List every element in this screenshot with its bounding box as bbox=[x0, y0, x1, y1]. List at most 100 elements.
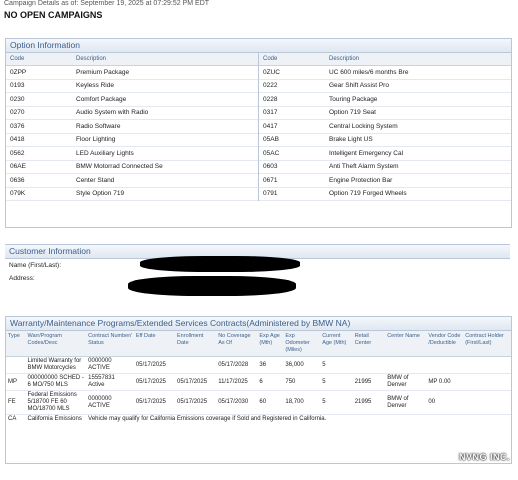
option-code: 0671 bbox=[259, 173, 325, 188]
warranty-cell-enroll: 05/17/2025 bbox=[175, 373, 217, 391]
option-description: Keyless Ride bbox=[72, 79, 258, 93]
warranty-cell-curage: 5 bbox=[320, 356, 353, 374]
option-row: 0562 LED Auxiliary Lights bbox=[6, 146, 258, 161]
option-code: 0270 bbox=[6, 106, 72, 120]
warranty-cell-center: BMW of Denver bbox=[385, 373, 427, 391]
warranty-cell-center: BMW of Denver bbox=[385, 390, 427, 415]
option-information-panel: Option Information Code Description 0ZPP… bbox=[5, 38, 512, 228]
warranty-column-header: Contract Number/ Status bbox=[86, 331, 134, 357]
california-emissions-label: California Emissions bbox=[27, 416, 82, 422]
warranty-cell-desc: Limited Warranty for BMW Motorcycles bbox=[25, 356, 87, 374]
option-table-left: Code Description 0ZPP Premium Package 0193… bbox=[6, 53, 258, 201]
option-row: 0222 Gear Shift Assist Pro bbox=[259, 79, 511, 93]
warranty-cell-vendor bbox=[426, 356, 464, 374]
warranty-column-header: Contract Holder (First/Last) bbox=[463, 331, 511, 357]
option-code: 0222 bbox=[259, 79, 325, 93]
campaign-details-line: Campaign Details as of: September 19, 20… bbox=[4, 0, 210, 7]
option-description: Central Locking System bbox=[325, 119, 511, 134]
warranty-cell-nocov: 11/17/2025 bbox=[216, 373, 258, 391]
warranty-cell-enroll bbox=[175, 356, 217, 374]
warranty-cell-retail: 21995 bbox=[352, 390, 386, 415]
warranty-row-california: CA California Emissions Vehicle may qualif… bbox=[6, 415, 511, 425]
option-information-title: Option Information bbox=[6, 39, 511, 53]
option-row: 0ZUC UC 600 miles/6 months Bre bbox=[259, 65, 511, 80]
option-description: Center Stand bbox=[72, 173, 258, 188]
warranty-cell-contract: 0000000 ACTIVE bbox=[86, 356, 134, 374]
option-code: 0636 bbox=[6, 173, 72, 188]
column-header-code: Code bbox=[6, 53, 72, 66]
warranty-cell-holder bbox=[463, 390, 511, 415]
option-row: 0230 Comfort Package bbox=[6, 92, 258, 107]
option-description: Gear Shift Assist Pro bbox=[325, 79, 511, 93]
warranty-cell-nocov: 05/17/2028 bbox=[216, 356, 258, 374]
redaction-name bbox=[140, 256, 300, 272]
warranty-cell-curage: 5 bbox=[320, 390, 353, 415]
option-code: 0193 bbox=[6, 79, 72, 93]
option-code: 06AE bbox=[6, 160, 72, 174]
warranty-cell-type: CA bbox=[8, 416, 17, 422]
warranty-row: Limited Warranty for BMW Motorcycles 0000… bbox=[6, 356, 511, 374]
warranty-cell-eff: 05/17/2025 bbox=[133, 390, 176, 415]
option-code: 0791 bbox=[259, 187, 325, 201]
option-row: 05AC Intelligent Emergency Cal bbox=[259, 146, 511, 161]
option-row: 0228 Touring Package bbox=[259, 92, 511, 107]
option-code: 0230 bbox=[6, 92, 72, 107]
option-description: Brake Light US bbox=[325, 133, 511, 147]
option-code: 0418 bbox=[6, 133, 72, 147]
option-code: 0228 bbox=[259, 92, 325, 107]
option-description: Option 719 Seat bbox=[325, 106, 511, 120]
option-code: 0317 bbox=[259, 106, 325, 120]
warranty-cell-center bbox=[385, 356, 427, 374]
warranty-column-header: Type bbox=[6, 331, 26, 357]
warranty-cell-eff: 05/17/2025 bbox=[133, 373, 176, 391]
option-code: 05AC bbox=[259, 146, 325, 161]
warranty-cell-nocov: 05/17/2030 bbox=[216, 390, 258, 415]
warranty-column-header: Exp Odometer (Miles) bbox=[283, 331, 321, 357]
option-description: Audio System with Radio bbox=[72, 106, 258, 120]
warranty-cell-expodo: 18,700 bbox=[283, 390, 321, 415]
warranty-cell-desc: 000000000 SCHED - 6 MO/750 MLS bbox=[25, 373, 87, 391]
warranty-cell-contract: 0000000 ACTIVE bbox=[86, 390, 134, 415]
warranty-cell-holder bbox=[463, 373, 511, 391]
warranty-cell-type: FE bbox=[6, 390, 26, 415]
option-code: 0603 bbox=[259, 160, 325, 174]
warranty-panel: Warranty/Maintenance Programs/Extended S… bbox=[5, 316, 512, 464]
warranty-cell-expage: 60 bbox=[257, 390, 284, 415]
option-table-right: Code Description 0ZUC UC 600 miles/6 mont… bbox=[259, 53, 511, 201]
option-row: 0791 Option 719 Forged Wheels bbox=[259, 187, 511, 201]
warranty-row: MP 000000000 SCHED - 6 MO/750 MLS 15557831… bbox=[6, 373, 511, 391]
warranty-column-header: Eff Date bbox=[133, 331, 176, 357]
warranty-column-header: Current Age (Mth) bbox=[320, 331, 353, 357]
warranty-cell-expage: 36 bbox=[257, 356, 284, 374]
warranty-cell-retail: 21995 bbox=[352, 373, 386, 391]
column-header-description: Description bbox=[72, 53, 258, 66]
option-row: 0603 Anti Theft Alarm System bbox=[259, 160, 511, 174]
option-description: UC 600 miles/6 months Bre bbox=[325, 65, 511, 80]
warranty-column-header: Enrollment Date bbox=[175, 331, 217, 357]
option-description: Anti Theft Alarm System bbox=[325, 160, 511, 174]
option-code: 0ZUC bbox=[259, 65, 325, 80]
warranty-column-header: Exp Age (Mth) bbox=[257, 331, 284, 357]
warranty-cell-retail bbox=[352, 356, 386, 374]
option-description: Premium Package bbox=[72, 65, 258, 80]
warranty-cell-type bbox=[6, 356, 26, 374]
option-description: Option 719 Forged Wheels bbox=[325, 187, 511, 201]
option-row: 0193 Keyless Ride bbox=[6, 79, 258, 93]
column-header-code: Code bbox=[259, 53, 325, 66]
warranty-column-header: No Coverage As Of bbox=[216, 331, 258, 357]
warranty-column-header: Warr/Program Codes/Desc bbox=[25, 331, 87, 357]
no-open-campaigns: NO OPEN CAMPAIGNS bbox=[4, 10, 103, 20]
warranty-column-header: Center Name bbox=[385, 331, 427, 357]
warranty-title: Warranty/Maintenance Programs/Extended S… bbox=[6, 317, 511, 331]
option-description: Radio Software bbox=[72, 119, 258, 134]
watermark: NVNG INC. bbox=[458, 452, 510, 462]
option-row: 0636 Center Stand bbox=[6, 173, 258, 188]
option-row: 0671 Engine Protection Bar bbox=[259, 173, 511, 188]
option-description: Engine Protection Bar bbox=[325, 173, 511, 188]
california-emissions-note: Vehicle may qualify for California Emiss… bbox=[88, 416, 327, 422]
redaction-address bbox=[128, 276, 296, 296]
option-description: Touring Package bbox=[325, 92, 511, 107]
column-header-description: Description bbox=[325, 53, 511, 66]
warranty-cell-contract: 15557831 Active bbox=[86, 373, 134, 391]
option-row: 06AE BMW Motorrad Connected Se bbox=[6, 160, 258, 174]
